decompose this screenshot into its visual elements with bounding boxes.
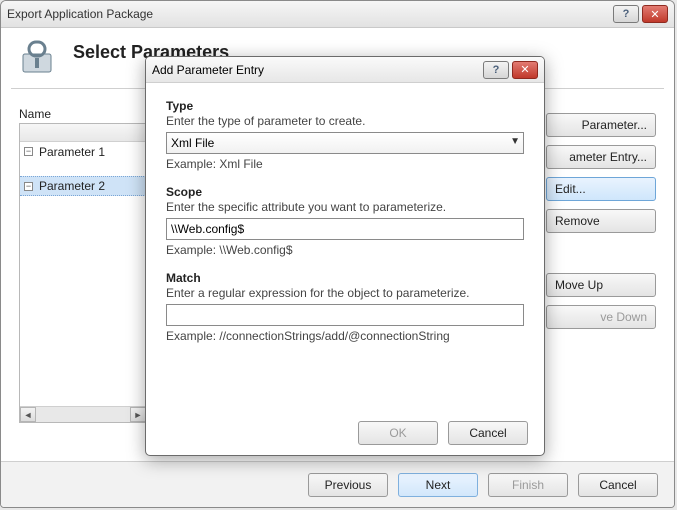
add-parameter-button[interactable]: Parameter... <box>546 113 656 137</box>
scope-label: Scope <box>166 185 524 199</box>
scope-input[interactable] <box>166 218 524 240</box>
scroll-left-icon[interactable]: ◄ <box>20 407 36 422</box>
match-example: Example: //connectionStrings/add/@connec… <box>166 329 524 343</box>
match-field-block: Match Enter a regular expression for the… <box>166 271 524 343</box>
row-label: Parameter 1 <box>39 145 105 159</box>
type-field-block: Type Enter the type of parameter to crea… <box>166 99 524 171</box>
dialog-help-button[interactable]: ? <box>483 61 509 79</box>
move-up-button[interactable]: Move Up <box>546 273 656 297</box>
scroll-right-icon[interactable]: ► <box>130 407 146 422</box>
dialog-titlebar[interactable]: Add Parameter Entry ? ✕ <box>146 57 544 83</box>
type-label: Type <box>166 99 524 113</box>
scope-desc: Enter the specific attribute you want to… <box>166 200 524 214</box>
parameters-grid[interactable]: − Parameter 1 − Parameter 2 ◄ ► <box>19 123 147 423</box>
dialog-close-button[interactable]: ✕ <box>512 61 538 79</box>
outer-titlebar[interactable]: Export Application Package ? ✕ <box>1 1 674 28</box>
add-parameter-entry-dialog: Add Parameter Entry ? ✕ Type Enter the t… <box>145 56 545 456</box>
dialog-cancel-button[interactable]: Cancel <box>448 421 528 445</box>
ok-button: OK <box>358 421 438 445</box>
type-example: Example: Xml File <box>166 157 524 171</box>
outer-help-button[interactable]: ? <box>613 5 639 23</box>
grid-h-scrollbar[interactable]: ◄ ► <box>20 406 146 422</box>
right-button-column: Parameter... ameter Entry... Edit... Rem… <box>546 113 656 329</box>
outer-title-text: Export Application Package <box>7 7 613 21</box>
dialog-title-text: Add Parameter Entry <box>152 63 483 77</box>
finish-button: Finish <box>488 473 568 497</box>
match-desc: Enter a regular expression for the objec… <box>166 286 524 300</box>
move-down-button: ve Down <box>546 305 656 329</box>
dialog-footer: OK Cancel <box>146 411 544 455</box>
scope-example: Example: \\Web.config$ <box>166 243 524 257</box>
previous-button[interactable]: Previous <box>308 473 388 497</box>
table-row[interactable]: − Parameter 1 <box>20 142 146 162</box>
match-label: Match <box>166 271 524 285</box>
next-button[interactable]: Next <box>398 473 478 497</box>
type-combo[interactable]: Xml File ▼ <box>166 132 524 154</box>
table-row[interactable]: − Parameter 2 <box>20 176 146 196</box>
row-label: Parameter 2 <box>39 179 105 193</box>
add-parameter-entry-button[interactable]: ameter Entry... <box>546 145 656 169</box>
match-input[interactable] <box>166 304 524 326</box>
outer-close-button[interactable]: ✕ <box>642 5 668 23</box>
type-select[interactable]: Xml File <box>166 132 524 154</box>
scope-field-block: Scope Enter the specific attribute you w… <box>166 185 524 257</box>
expand-icon[interactable]: − <box>24 182 33 191</box>
cancel-button[interactable]: Cancel <box>578 473 658 497</box>
edit-button[interactable]: Edit... <box>546 177 656 201</box>
package-icon <box>15 36 59 80</box>
expand-icon[interactable]: − <box>24 147 33 156</box>
wizard-footer: Previous Next Finish Cancel <box>1 461 674 507</box>
remove-button[interactable]: Remove <box>546 209 656 233</box>
type-desc: Enter the type of parameter to create. <box>166 114 524 128</box>
